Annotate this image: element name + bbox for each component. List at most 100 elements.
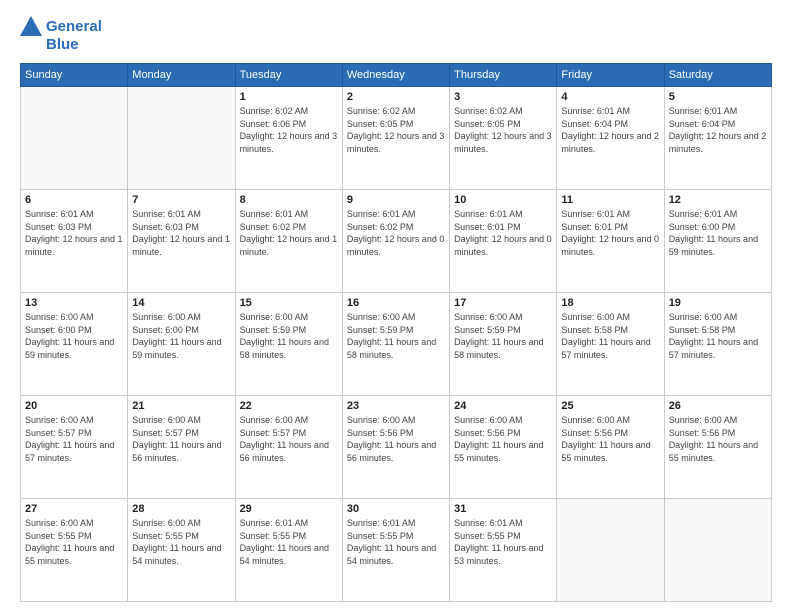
day-number: 26: [669, 400, 767, 412]
calendar-cell: 15Sunrise: 6:00 AM Sunset: 5:59 PM Dayli…: [235, 293, 342, 396]
day-number: 4: [561, 91, 659, 103]
calendar-cell: 12 Sunrise: 6:01 AM Sunset: 6:00 PM Dayli…: [664, 190, 771, 293]
day-number: 20: [25, 400, 123, 412]
day-info: Sunrise: 6:01 AM Sunset: 5:55 PM Dayligh…: [240, 517, 338, 567]
calendar-week-4: 27 Sunrise: 6:00 AM Sunset: 5:55 PM Dayli…: [21, 499, 772, 602]
day-number: 1: [240, 91, 338, 103]
day-header-friday: Friday: [557, 64, 664, 87]
day-number: 9: [347, 194, 445, 206]
calendar-cell: 7 Sunrise: 6:01 AM Sunset: 6:03 PM Daylig…: [128, 190, 235, 293]
day-number: 11: [561, 194, 659, 206]
day-number: 8: [240, 194, 338, 206]
day-info: Sunrise: 6:01 AM Sunset: 6:01 PM Dayligh…: [454, 208, 552, 258]
logo: General Blue: [20, 16, 102, 53]
calendar-cell: 17Sunrise: 6:00 AM Sunset: 5:59 PM Dayli…: [450, 293, 557, 396]
day-info: Sunrise: 6:01 AM Sunset: 6:03 PM Dayligh…: [25, 208, 123, 258]
calendar-cell: 29 Sunrise: 6:01 AM Sunset: 5:55 PM Dayli…: [235, 499, 342, 602]
calendar-cell: [21, 87, 128, 190]
day-number: 16: [347, 297, 445, 309]
day-info: Sunrise: 6:00 AM Sunset: 5:58 PM Dayligh…: [561, 311, 659, 361]
calendar-cell: 30 Sunrise: 6:01 AM Sunset: 5:55 PM Dayli…: [342, 499, 449, 602]
calendar-cell: 31Sunrise: 6:01 AM Sunset: 5:55 PM Dayli…: [450, 499, 557, 602]
calendar-page: General Blue SundayMondayTuesdayWednesda…: [0, 0, 792, 612]
day-header-thursday: Thursday: [450, 64, 557, 87]
day-info: Sunrise: 6:02 AM Sunset: 6:05 PM Dayligh…: [347, 105, 445, 155]
calendar-cell: [664, 499, 771, 602]
calendar-cell: 28 Sunrise: 6:00 AM Sunset: 5:55 PM Dayli…: [128, 499, 235, 602]
day-info: Sunrise: 6:01 AM Sunset: 6:03 PM Dayligh…: [132, 208, 230, 258]
day-info: Sunrise: 6:02 AM Sunset: 6:05 PM Dayligh…: [454, 105, 552, 155]
day-number: 31: [454, 503, 552, 515]
day-number: 23: [347, 400, 445, 412]
day-info: Sunrise: 6:00 AM Sunset: 6:00 PM Dayligh…: [132, 311, 230, 361]
calendar-week-2: 13 Sunrise: 6:00 AM Sunset: 6:00 PM Dayli…: [21, 293, 772, 396]
calendar-cell: 23 Sunrise: 6:00 AM Sunset: 5:56 PM Dayli…: [342, 396, 449, 499]
day-info: Sunrise: 6:00 AM Sunset: 5:56 PM Dayligh…: [454, 414, 552, 464]
day-info: Sunrise: 6:00 AM Sunset: 5:55 PM Dayligh…: [132, 517, 230, 567]
day-info: Sunrise: 6:00 AM Sunset: 5:59 PM Dayligh…: [454, 311, 552, 361]
day-number: 28: [132, 503, 230, 515]
day-number: 15: [240, 297, 338, 309]
day-info: Sunrise: 6:00 AM Sunset: 5:56 PM Dayligh…: [347, 414, 445, 464]
calendar-cell: 14 Sunrise: 6:00 AM Sunset: 6:00 PM Dayli…: [128, 293, 235, 396]
day-header-monday: Monday: [128, 64, 235, 87]
day-header-sunday: Sunday: [21, 64, 128, 87]
calendar-cell: 2 Sunrise: 6:02 AM Sunset: 6:05 PM Daylig…: [342, 87, 449, 190]
day-number: 5: [669, 91, 767, 103]
calendar-week-0: 1 Sunrise: 6:02 AM Sunset: 6:06 PM Daylig…: [21, 87, 772, 190]
day-number: 24: [454, 400, 552, 412]
day-number: 14: [132, 297, 230, 309]
day-number: 10: [454, 194, 552, 206]
day-number: 12: [669, 194, 767, 206]
calendar-cell: 3 Sunrise: 6:02 AM Sunset: 6:05 PM Daylig…: [450, 87, 557, 190]
day-info: Sunrise: 6:00 AM Sunset: 5:57 PM Dayligh…: [240, 414, 338, 464]
day-number: 29: [240, 503, 338, 515]
day-info: Sunrise: 6:01 AM Sunset: 6:04 PM Dayligh…: [561, 105, 659, 155]
calendar-header-row: SundayMondayTuesdayWednesdayThursdayFrid…: [21, 64, 772, 87]
day-number: 6: [25, 194, 123, 206]
day-info: Sunrise: 6:00 AM Sunset: 5:57 PM Dayligh…: [132, 414, 230, 464]
day-number: 2: [347, 91, 445, 103]
day-info: Sunrise: 6:01 AM Sunset: 6:04 PM Dayligh…: [669, 105, 767, 155]
logo-icon: [20, 16, 42, 36]
day-number: 19: [669, 297, 767, 309]
calendar-cell: 27Sunrise: 6:00 AM Sunset: 5:55 PM Dayli…: [21, 499, 128, 602]
calendar-cell: 19 Sunrise: 6:00 AM Sunset: 5:58 PM Dayli…: [664, 293, 771, 396]
calendar-cell: [557, 499, 664, 602]
calendar-cell: 8 Sunrise: 6:01 AM Sunset: 6:02 PM Daylig…: [235, 190, 342, 293]
day-header-wednesday: Wednesday: [342, 64, 449, 87]
calendar-cell: 24 Sunrise: 6:00 AM Sunset: 5:56 PM Dayli…: [450, 396, 557, 499]
calendar-cell: 5 Sunrise: 6:01 AM Sunset: 6:04 PM Daylig…: [664, 87, 771, 190]
day-number: 30: [347, 503, 445, 515]
logo-blue-text: Blue: [46, 36, 79, 53]
day-info: Sunrise: 6:00 AM Sunset: 5:58 PM Dayligh…: [669, 311, 767, 361]
calendar-cell: 10 Sunrise: 6:01 AM Sunset: 6:01 PM Dayli…: [450, 190, 557, 293]
day-info: Sunrise: 6:00 AM Sunset: 5:56 PM Dayligh…: [669, 414, 767, 464]
calendar-cell: 22 Sunrise: 6:00 AM Sunset: 5:57 PM Dayli…: [235, 396, 342, 499]
day-number: 22: [240, 400, 338, 412]
day-number: 7: [132, 194, 230, 206]
day-info: Sunrise: 6:01 AM Sunset: 6:02 PM Dayligh…: [240, 208, 338, 258]
day-header-tuesday: Tuesday: [235, 64, 342, 87]
calendar-cell: 13Sunrise: 6:00 AM Sunset: 6:00 PM Dayli…: [21, 293, 128, 396]
calendar-cell: 26 Sunrise: 6:00 AM Sunset: 5:56 PM Dayli…: [664, 396, 771, 499]
day-number: 25: [561, 400, 659, 412]
calendar-cell: [128, 87, 235, 190]
day-number: 27: [25, 503, 123, 515]
logo-general-text: General: [46, 18, 102, 35]
header: General Blue: [20, 16, 772, 53]
calendar-table: SundayMondayTuesdayWednesdayThursdayFrid…: [20, 63, 772, 602]
day-info: Sunrise: 6:01 AM Sunset: 5:55 PM Dayligh…: [347, 517, 445, 567]
day-header-saturday: Saturday: [664, 64, 771, 87]
day-info: Sunrise: 6:01 AM Sunset: 6:02 PM Dayligh…: [347, 208, 445, 258]
day-number: 18: [561, 297, 659, 309]
day-info: Sunrise: 6:01 AM Sunset: 6:00 PM Dayligh…: [669, 208, 767, 258]
calendar-cell: 16Sunrise: 6:00 AM Sunset: 5:59 PM Dayli…: [342, 293, 449, 396]
calendar-cell: 25Sunrise: 6:00 AM Sunset: 5:56 PM Dayli…: [557, 396, 664, 499]
day-number: 3: [454, 91, 552, 103]
day-info: Sunrise: 6:02 AM Sunset: 6:06 PM Dayligh…: [240, 105, 338, 155]
day-number: 13: [25, 297, 123, 309]
calendar-week-3: 20 Sunrise: 6:00 AM Sunset: 5:57 PM Dayli…: [21, 396, 772, 499]
calendar-cell: 4 Sunrise: 6:01 AM Sunset: 6:04 PM Daylig…: [557, 87, 664, 190]
calendar-cell: 6 Sunrise: 6:01 AM Sunset: 6:03 PM Daylig…: [21, 190, 128, 293]
